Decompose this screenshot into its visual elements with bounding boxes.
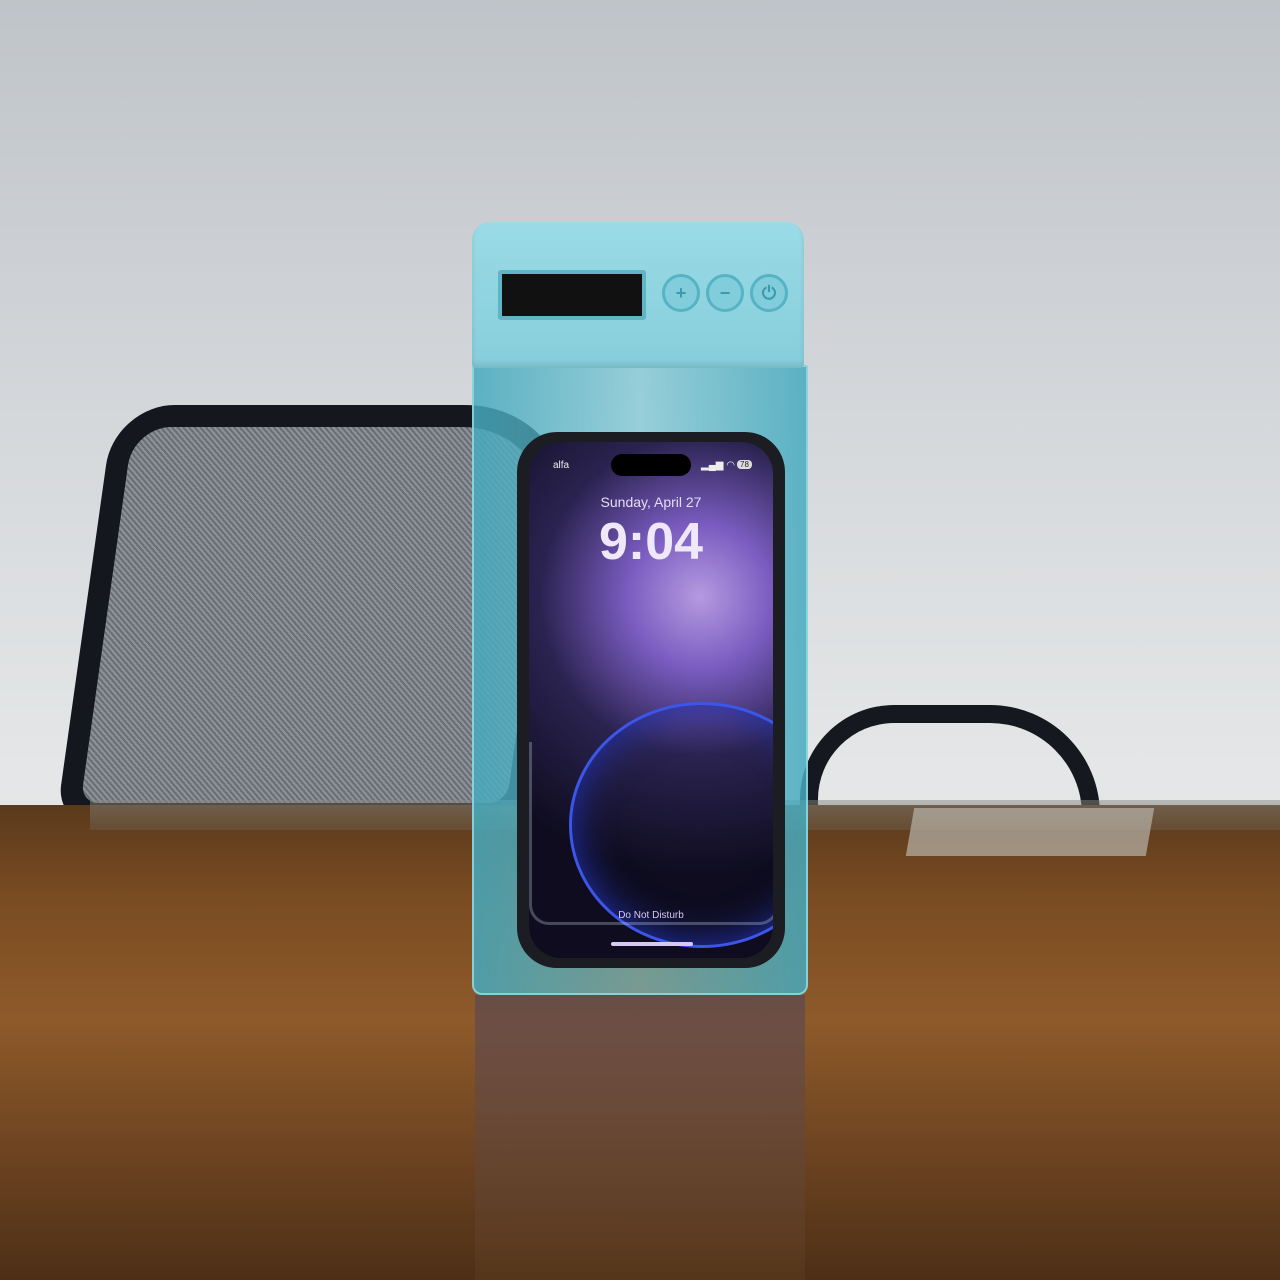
lock-screen[interactable]: alfa ▂▄▆ ◠ 78 Sunday, April 27 9:04 Do N…: [529, 442, 773, 958]
plus-icon: +: [675, 282, 687, 303]
carrier-label: alfa: [553, 460, 570, 471]
chair-armrest: [800, 705, 1100, 815]
signal-wifi-icon: ▂▄▆ ◠: [701, 460, 735, 471]
lock-date: Sunday, April 27: [600, 494, 702, 510]
minus-icon: −: [719, 282, 731, 303]
power-icon: ⏻: [761, 282, 777, 303]
case-stand: [529, 742, 773, 925]
case-top-cap: + − ⏻: [472, 222, 804, 368]
dynamic-island: [611, 454, 691, 476]
home-indicator[interactable]: [611, 942, 693, 946]
smartphone: alfa ▂▄▆ ◠ 78 Sunday, April 27 9:04 Do N…: [517, 432, 785, 968]
lcd-display: [498, 270, 646, 320]
power-button[interactable]: ⏻: [750, 274, 788, 312]
lock-time: 9:04: [598, 513, 704, 571]
focus-mode-label[interactable]: Do Not Disturb: [529, 910, 773, 921]
minus-button[interactable]: −: [706, 274, 744, 312]
device-reflection: [475, 995, 805, 1280]
plus-button[interactable]: +: [662, 274, 700, 312]
paper-on-table: [905, 808, 1155, 856]
battery-indicator: 78: [737, 460, 752, 469]
